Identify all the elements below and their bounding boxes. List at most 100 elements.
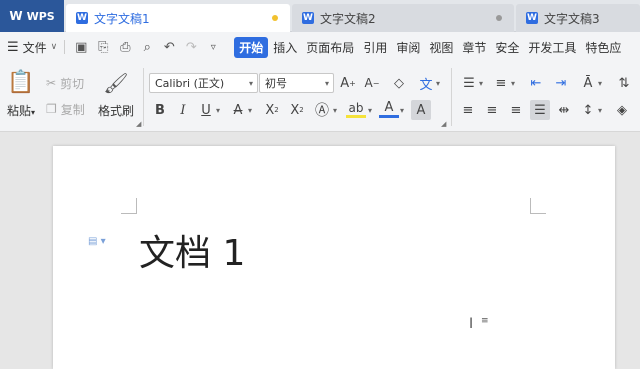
phonetic-guide-icon[interactable]: 文 bbox=[416, 73, 436, 93]
character-shading-icon[interactable]: A bbox=[411, 100, 431, 120]
undo-icon[interactable]: ↶ bbox=[158, 40, 180, 55]
line-spacing-icon[interactable]: ↕ bbox=[578, 100, 598, 120]
chevron-down-icon[interactable]: ▾ bbox=[400, 106, 404, 115]
align-center-icon[interactable]: ≡ bbox=[482, 100, 502, 120]
clear-format-icon[interactable]: ◇ bbox=[389, 73, 409, 93]
ribbon-toolbar: 📋 粘贴▾ ✂ 剪切 ❐ 复制 🖌 格式刷 ◢ Calibri (正文) ▾ 初… bbox=[0, 62, 640, 132]
menu-tab-page-layout[interactable]: 页面布局 bbox=[302, 39, 358, 56]
text-cursor-icon: I bbox=[469, 316, 474, 332]
chevron-down-icon[interactable]: ▾ bbox=[598, 79, 602, 88]
numbered-list-icon[interactable]: ≡ bbox=[491, 73, 511, 93]
menu-tab-features[interactable]: 特色应 bbox=[581, 39, 625, 56]
strikethrough-icon[interactable]: A bbox=[228, 100, 248, 120]
paste-label-row: 粘贴▾ bbox=[7, 102, 35, 119]
bullet-list-icon[interactable]: ☰ bbox=[459, 73, 479, 93]
font-color-icon[interactable]: A bbox=[379, 100, 399, 118]
text-direction-icon[interactable]: Ā bbox=[578, 73, 598, 93]
document-text[interactable]: 文档 1 bbox=[139, 224, 245, 276]
highlight-color-icon[interactable]: ab bbox=[346, 100, 366, 118]
group-divider bbox=[451, 68, 452, 126]
unsaved-dot-icon bbox=[496, 15, 502, 21]
chevron-down-icon[interactable]: ▾ bbox=[598, 106, 602, 115]
chevron-down-icon[interactable]: ▾ bbox=[333, 106, 337, 115]
copy-button[interactable]: ❐ 复制 bbox=[46, 100, 85, 118]
tab-document-3[interactable]: W 文字文稿3 bbox=[516, 4, 640, 32]
menu-tab-chapter[interactable]: 章节 bbox=[458, 39, 490, 56]
cut-button[interactable]: ✂ 剪切 bbox=[46, 74, 84, 92]
font-size-select[interactable]: 初号 ▾ bbox=[259, 73, 334, 93]
bold-icon[interactable]: B bbox=[150, 100, 170, 120]
chevron-down-icon: ▾ bbox=[248, 78, 253, 88]
cut-label: 剪切 bbox=[60, 76, 85, 91]
copy-icon: ❐ bbox=[46, 102, 57, 116]
document-page[interactable]: ▤ ▾ 文档 1 I ≡ bbox=[53, 146, 615, 369]
increase-indent-icon[interactable]: ⇥ bbox=[551, 73, 571, 93]
dialog-launcher-icon[interactable]: ◢ bbox=[441, 120, 446, 128]
chevron-down-icon: ∨ bbox=[50, 42, 58, 52]
format-painter-button[interactable]: 🖌 格式刷 bbox=[97, 70, 135, 126]
print-preview-icon[interactable]: ⌕ bbox=[136, 40, 158, 55]
tab-document-1[interactable]: W 文字文稿1 bbox=[66, 4, 290, 32]
redo-icon[interactable]: ↷ bbox=[180, 40, 202, 55]
scissors-icon: ✂ bbox=[46, 76, 57, 90]
menu-bar: ☰ 文件 ∨ ▣ ⎘ ⎙ ⌕ ↶ ↷ ▿ 开始 插入 页面布局 引用 审阅 视图… bbox=[0, 32, 640, 62]
paste-button[interactable]: 📋 粘贴▾ bbox=[4, 70, 38, 126]
chevron-down-icon[interactable]: ▾ bbox=[216, 106, 220, 115]
italic-icon[interactable]: I bbox=[173, 100, 193, 120]
quick-format-icon[interactable]: ≡ bbox=[481, 316, 489, 326]
unsaved-dot-icon bbox=[272, 15, 278, 21]
align-right-icon[interactable]: ≡ bbox=[506, 100, 526, 120]
chevron-down-icon[interactable]: ▾ bbox=[248, 106, 252, 115]
document-icon: W bbox=[526, 12, 538, 24]
superscript-icon[interactable]: X2 bbox=[262, 100, 282, 120]
wps-logo-button[interactable]: W WPS bbox=[0, 0, 64, 32]
menu-tab-insert[interactable]: 插入 bbox=[269, 39, 301, 56]
font-name-value: Calibri (正文) bbox=[155, 77, 225, 90]
format-painter-label: 格式刷 bbox=[97, 104, 134, 118]
font-size-value: 初号 bbox=[265, 77, 287, 90]
file-menu-button[interactable]: ☰ 文件 ∨ bbox=[7, 39, 57, 56]
shading-icon[interactable]: ◈ bbox=[612, 100, 632, 120]
file-menu-label: 文件 bbox=[22, 40, 47, 55]
copy-label: 复制 bbox=[60, 102, 85, 117]
underline-icon[interactable]: U bbox=[196, 100, 216, 120]
menu-tab-security[interactable]: 安全 bbox=[491, 39, 523, 56]
subscript-icon[interactable]: X2 bbox=[287, 100, 307, 120]
tab-document-2[interactable]: W 文字文稿2 bbox=[292, 4, 514, 32]
menu-tab-view[interactable]: 视图 bbox=[425, 39, 457, 56]
brush-icon: 🖌 bbox=[103, 71, 129, 95]
document-icon: W bbox=[76, 12, 88, 24]
increase-font-size-icon[interactable]: A + bbox=[338, 73, 358, 93]
decrease-indent-icon[interactable]: ⇤ bbox=[526, 73, 546, 93]
margin-corner-top-left bbox=[121, 198, 137, 214]
chevron-down-icon[interactable]: ▾ bbox=[368, 106, 372, 115]
save-icon[interactable]: ▣ bbox=[70, 40, 92, 55]
justify-icon[interactable]: ☰ bbox=[530, 100, 550, 120]
chevron-down-icon[interactable]: ▾ bbox=[511, 79, 515, 88]
paragraph-handle-icon[interactable]: ▤ ▾ bbox=[88, 236, 106, 247]
customize-icon[interactable]: ▿ bbox=[202, 42, 224, 53]
wps-logo-icon: W bbox=[9, 9, 23, 23]
menu-tab-home[interactable]: 开始 bbox=[234, 36, 269, 58]
paste-label: 粘贴 bbox=[6, 104, 31, 118]
font-name-select[interactable]: Calibri (正文) ▾ bbox=[149, 73, 258, 93]
text-effect-icon[interactable]: Ⓐ bbox=[312, 100, 332, 120]
print-icon[interactable]: ⎙ bbox=[114, 40, 136, 55]
chevron-down-icon: ▾ bbox=[31, 108, 36, 117]
menu-tab-review[interactable]: 审阅 bbox=[392, 39, 424, 56]
sort-icon[interactable]: ⇅ bbox=[614, 73, 634, 93]
tab-label: 文字文稿3 bbox=[544, 11, 600, 26]
document-icon: W bbox=[302, 12, 314, 24]
title-tab-bar: W WPS W 文字文稿1 W 文字文稿2 W 文字文稿3 bbox=[0, 0, 640, 32]
menu-tab-references[interactable]: 引用 bbox=[359, 39, 391, 56]
menu-tab-developer[interactable]: 开发工具 bbox=[524, 39, 580, 56]
save-as-icon[interactable]: ⎘ bbox=[92, 40, 114, 55]
dialog-launcher-icon[interactable]: ◢ bbox=[136, 120, 141, 128]
chevron-down-icon[interactable]: ▾ bbox=[436, 79, 440, 88]
clipboard-icon: 📋 bbox=[7, 70, 35, 95]
decrease-font-size-icon[interactable]: A − bbox=[362, 73, 382, 93]
distributed-align-icon[interactable]: ⇹ bbox=[554, 100, 574, 120]
chevron-down-icon[interactable]: ▾ bbox=[479, 79, 483, 88]
tab-label: 文字文稿1 bbox=[94, 11, 150, 26]
align-left-icon[interactable]: ≡ bbox=[458, 100, 478, 120]
